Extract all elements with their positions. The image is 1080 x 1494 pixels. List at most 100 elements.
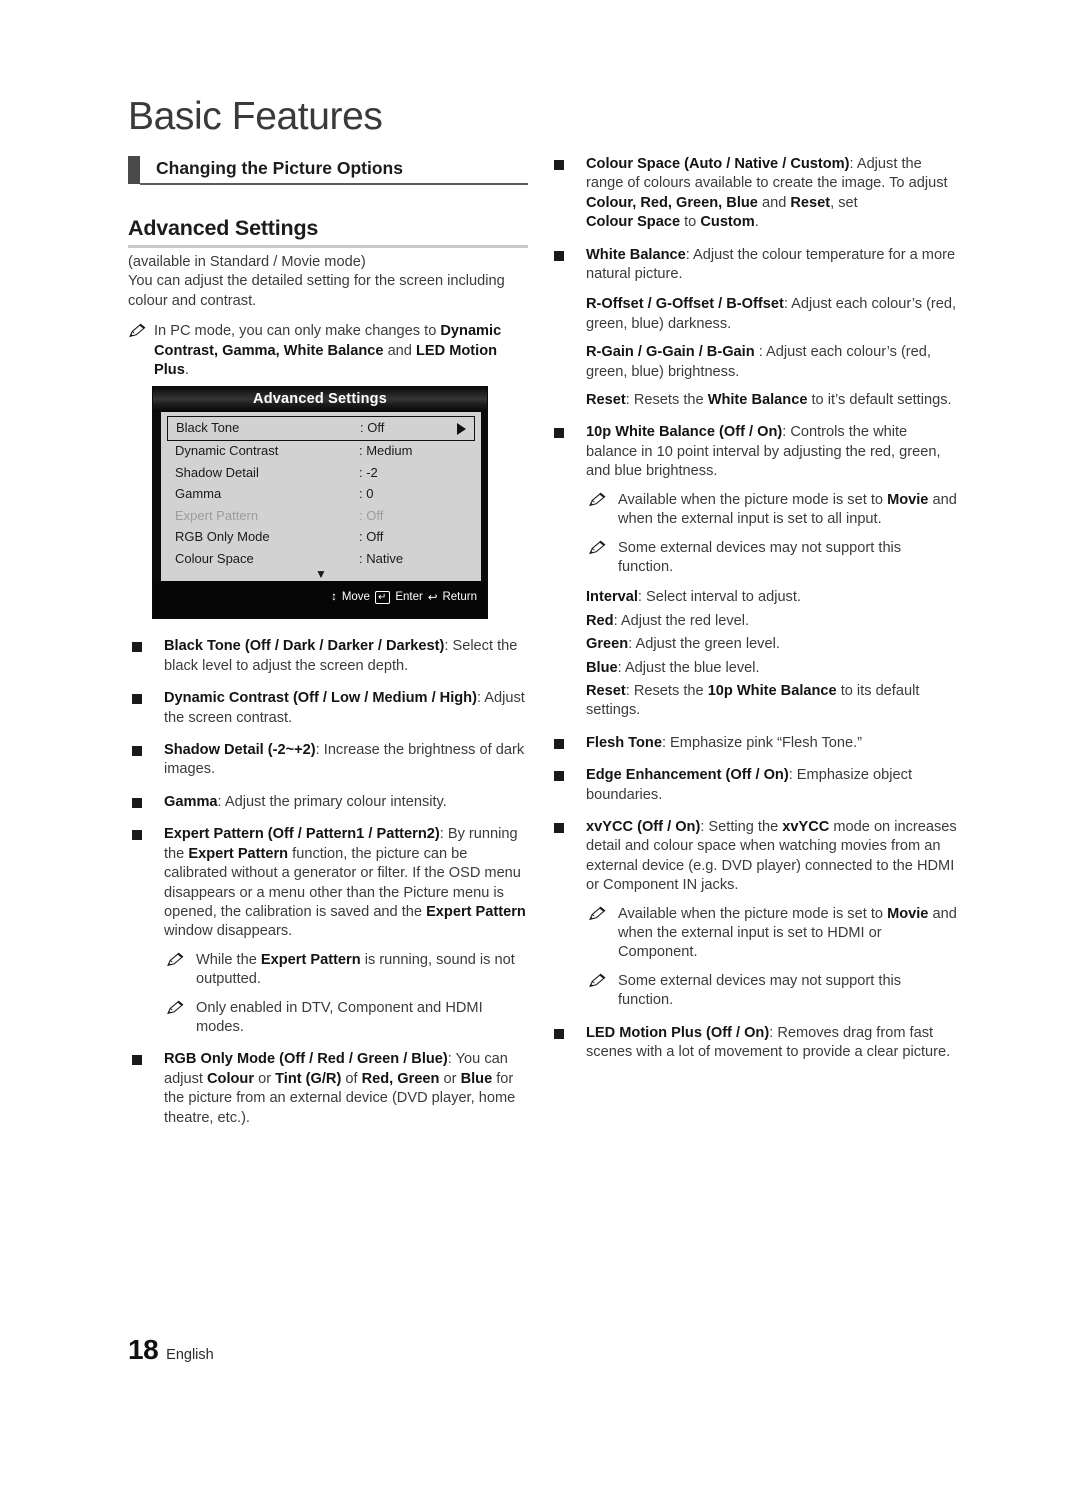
- red-desc: : Adjust the red level.: [613, 612, 750, 629]
- green-desc: : Adjust the green level.: [628, 636, 780, 653]
- xvycc-d1: : Setting the: [700, 818, 783, 835]
- osd-row-value: : 0: [359, 486, 374, 501]
- osd-row-rgb-only-mode[interactable]: RGB Only Mode : Off: [167, 527, 475, 549]
- pencil-note-icon: [128, 323, 148, 339]
- left-column: (available in Standard / Movie mode) You…: [128, 253, 532, 1128]
- pencil-note-icon: [588, 906, 608, 922]
- bullet-square-icon: [554, 428, 564, 439]
- subsection-title: Advanced Settings: [128, 216, 319, 240]
- expert-pattern-term: Expert Pattern (Off / Pattern1 / Pattern…: [164, 826, 440, 843]
- flesh-tone-desc: : Emphasize pink “Flesh Tone.”: [661, 734, 863, 751]
- bullet-square-icon: [132, 1055, 142, 1066]
- colour-space-b4: Custom: [700, 214, 755, 231]
- page-language-label: English: [166, 1347, 214, 1363]
- bullet-square-icon: [132, 797, 142, 808]
- bullet-square-icon: [132, 830, 142, 841]
- page-number: 18: [128, 1334, 159, 1365]
- interval-desc: : Select interval to adjust.: [637, 589, 801, 606]
- osd-row-value: : Native: [359, 550, 404, 566]
- colour-space-b2: Reset: [790, 194, 831, 211]
- rgb-only-b3: Red, Green: [361, 1070, 440, 1087]
- pencil-note-icon: [588, 973, 608, 989]
- pc-mode-note-text-1: In PC mode, you can only make changes to: [154, 323, 441, 340]
- xvycc-b1: xvYCC: [782, 818, 830, 835]
- white-balance-term: White Balance: [586, 246, 686, 263]
- tenp-term: 10p White Balance (Off / On): [586, 424, 783, 441]
- xvycc-note2-text: Some external devices may not support th…: [618, 972, 902, 1009]
- bullet-gamma: Gamma: Adjust the primary colour intensi…: [128, 793, 532, 812]
- blue-desc: : Adjust the blue level.: [617, 659, 760, 676]
- section-header: Changing the Picture Options: [128, 156, 528, 186]
- pencil-note-icon: [166, 1000, 186, 1016]
- colour-space-d3: , set: [830, 194, 858, 211]
- osd-advanced-settings-menu: Advanced Settings Black Tone : Off Dynam…: [152, 386, 488, 619]
- bullet-square-icon: [554, 822, 564, 833]
- colour-space-b3: Colour Space: [586, 214, 681, 231]
- tenp-note-1: Available when the picture mode is set t…: [550, 491, 960, 530]
- bullet-square-icon: [554, 1028, 564, 1039]
- xvycc-note-2: Some external devices may not support th…: [550, 972, 960, 1011]
- expert-pattern-bold-2: Expert Pattern: [426, 903, 526, 920]
- osd-row-label: Gamma: [175, 486, 222, 501]
- blue-term: Blue: [586, 659, 618, 676]
- bullet-square-icon: [132, 694, 142, 705]
- paragraph-green: Green: Adjust the green level.: [550, 635, 960, 654]
- osd-scroll-down-indicator[interactable]: ▼: [161, 568, 481, 580]
- xvycc-note1-text-1: Available when the picture mode is set t…: [618, 905, 888, 922]
- reset-wb-d1: : Resets the: [625, 392, 708, 409]
- bullet-square-icon: [554, 738, 564, 749]
- bullet-flesh-tone: Flesh Tone: Emphasize pink “Flesh Tone.”: [550, 734, 960, 753]
- colour-space-d4: to: [680, 214, 701, 231]
- osd-footer-bar: ↕ Move ↵ Enter ↩ Return: [153, 581, 487, 618]
- osd-row-gamma[interactable]: Gamma : 0: [167, 484, 475, 506]
- ep-note1-bold: Expert Pattern: [260, 951, 361, 968]
- bullet-shadow-detail: Shadow Detail (-2~+2): Increase the brig…: [128, 741, 532, 780]
- pencil-note-icon: [588, 492, 608, 508]
- osd-row-value: : Off: [360, 419, 385, 435]
- paragraph-reset-white-balance: Reset: Resets the White Balance to it’s …: [550, 391, 960, 410]
- pc-mode-note-text-2: and: [383, 342, 416, 359]
- right-column: Colour Space (Auto / Native / Custom): A…: [550, 155, 960, 1062]
- osd-row-value: : Off: [359, 507, 384, 523]
- bullet-rgb-only-mode: RGB Only Mode (Off / Red / Green / Blue)…: [128, 1050, 532, 1128]
- expert-pattern-bold-1: Expert Pattern: [188, 845, 289, 862]
- reset-wb-d2: to it’s default settings.: [807, 392, 952, 409]
- bullet-square-icon: [132, 746, 142, 757]
- paragraph-offsets: R-Offset / G-Offset / B-Offset: Adjust e…: [550, 295, 960, 334]
- dynamic-contrast-term: Dynamic Contrast (Off / Low / Medium / H…: [164, 690, 477, 707]
- osd-row-black-tone[interactable]: Black Tone : Off: [167, 416, 475, 441]
- paragraph-interval: Interval: Select interval to adjust.: [550, 588, 960, 607]
- reset10p-b1: 10p White Balance: [707, 682, 837, 699]
- osd-title: Advanced Settings: [153, 387, 487, 412]
- osd-row-label: Black Tone: [176, 419, 240, 435]
- colour-space-b1: Colour, Red, Green, Blue: [586, 194, 758, 211]
- subsection-rule: [128, 245, 528, 248]
- tenp-note1-text-1: Available when the picture mode is set t…: [618, 491, 888, 508]
- rgb-only-d3: of: [341, 1070, 362, 1087]
- osd-row-shadow-detail[interactable]: Shadow Detail : -2: [167, 463, 475, 485]
- osd-row-dynamic-contrast[interactable]: Dynamic Contrast : Medium: [167, 441, 475, 463]
- osd-row-value: : -2: [359, 464, 378, 480]
- paragraph-blue: Blue: Adjust the blue level.: [550, 659, 960, 678]
- led-term: LED Motion Plus (Off / On): [586, 1024, 770, 1041]
- osd-row-label: Colour Space: [175, 550, 254, 566]
- osd-row-expert-pattern: Expert Pattern : Off: [167, 506, 475, 528]
- reset10p-term: Reset: [586, 682, 626, 699]
- bullet-square-icon: [554, 160, 564, 170]
- page-title: Basic Features: [128, 95, 383, 138]
- osd-row-label: Expert Pattern: [175, 507, 259, 523]
- subsection-header: Advanced Settings: [128, 216, 528, 248]
- osd-row-label: Dynamic Contrast: [175, 443, 279, 458]
- pc-mode-note-text-3: .: [184, 362, 189, 379]
- bullet-square-icon: [554, 771, 564, 782]
- pc-mode-note: In PC mode, you can only make changes to…: [128, 322, 532, 380]
- osd-return-label: Return: [442, 591, 477, 603]
- pencil-note-icon: [588, 540, 608, 556]
- enter-key-icon: ↵: [374, 590, 391, 604]
- chevron-right-icon: [457, 423, 466, 435]
- expert-pattern-note-1: While the Expert Pattern is running, sou…: [128, 951, 532, 990]
- intro-paragraph: You can adjust the detailed setting for …: [128, 273, 505, 309]
- manual-page: Basic Features Changing the Picture Opti…: [0, 0, 1080, 1494]
- section-header-label: Changing the Picture Options: [156, 158, 403, 178]
- tenp-note2-text: Some external devices may not support th…: [618, 539, 902, 575]
